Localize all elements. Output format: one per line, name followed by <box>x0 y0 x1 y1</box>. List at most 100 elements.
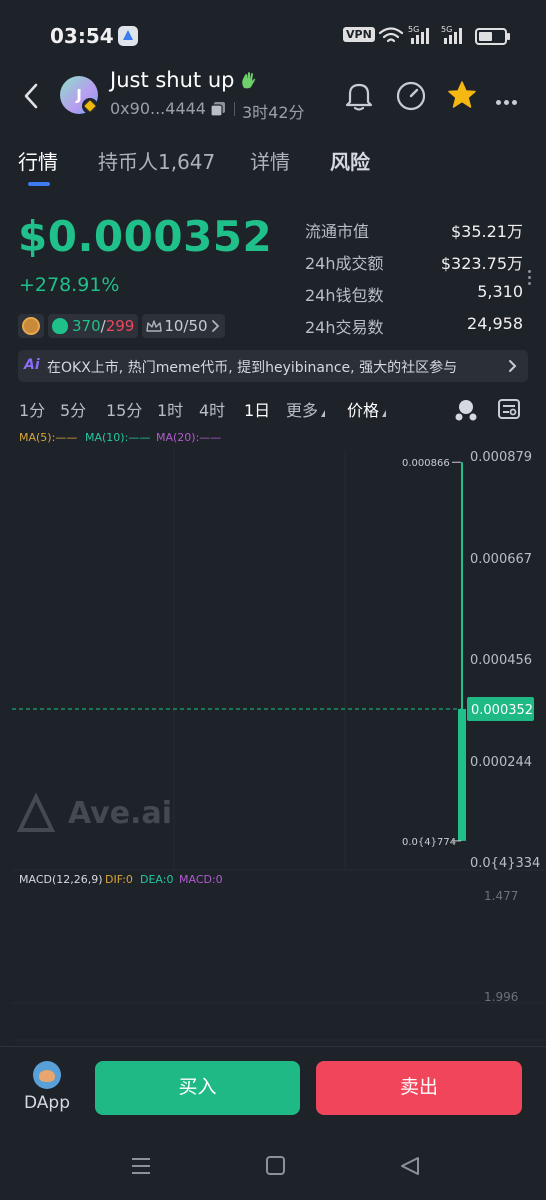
side-menu-dots-icon[interactable] <box>528 270 532 288</box>
status-bar: 03:54 VPN 5G 5G <box>0 0 546 72</box>
signal-1-label: 5G <box>408 25 419 34</box>
interval-1h[interactable]: 1时 <box>157 397 183 421</box>
token-age: 3时42分 <box>242 103 305 122</box>
dapp-label[interactable]: DApp <box>24 1093 70 1113</box>
macd-axis: 1.477 1.996 <box>484 889 518 1004</box>
low-label: 0.0{4}774 <box>402 837 456 848</box>
chart-settings-icon[interactable] <box>497 397 521 421</box>
indicator-bubbles-icon[interactable] <box>453 397 479 423</box>
interval-1m[interactable]: 1分 <box>19 397 45 421</box>
metric-value: 5,310 <box>477 282 523 301</box>
interval-5m[interactable]: 5分 <box>60 397 86 421</box>
y-tick-label: 0.000667 <box>470 552 532 567</box>
app-notification-icon <box>118 26 138 46</box>
tab-holders[interactable]: 持币人1,647 <box>98 146 215 175</box>
address-age-separator <box>234 102 235 116</box>
metric-24h-wallets: 24h钱包数 5,310 <box>305 282 523 314</box>
metric-24h-volume: 24h成交额 $323.75万 <box>305 250 523 282</box>
market-metrics: 流通市值 $35.21万 24h成交额 $323.75万 24h钱包数 5,31… <box>305 218 523 346</box>
price-chart[interactable]: MA(5):—— MA(10):—— MA(20):—— Ave.ai 0.00… <box>0 425 546 1045</box>
metric-label: 流通市值 <box>305 222 370 241</box>
coins-chip[interactable] <box>18 314 44 338</box>
rank-chip[interactable]: 10/50 <box>142 314 225 338</box>
more-options-icon[interactable] <box>496 90 520 109</box>
system-nav-bar <box>0 1132 546 1200</box>
rank-value: 10/50 <box>164 317 208 335</box>
tab-details[interactable]: 详情 <box>250 146 290 175</box>
token-address: 0x90...4444 <box>110 99 206 118</box>
y-tick-label: 0.0{4}334 <box>470 856 540 871</box>
trade-stats-row: 370/299 10/50 <box>18 313 229 339</box>
macd-title: MACD(12,26,9) <box>19 873 103 886</box>
signal-battery-icons: 5G 5G <box>378 25 510 45</box>
price-mode-dropdown[interactable]: 价格 <box>347 397 386 421</box>
buy-count: 370 <box>72 317 101 335</box>
macd-tick-1: 1.477 <box>484 889 518 903</box>
token-name: Just shut up <box>110 68 256 92</box>
macd-dif: DIF:0 <box>105 873 133 886</box>
back-triangle-icon[interactable] <box>400 1156 420 1176</box>
y-tick-label: 0.000879 <box>470 450 532 465</box>
y-axis-labels: 0.000879 0.000667 0.000456 0.000244 0.0{4}33… <box>470 450 540 871</box>
money-bag-icon <box>52 318 68 334</box>
ma10-legend: MA(10):—— <box>85 431 150 444</box>
waving-hand-icon <box>242 72 256 89</box>
wifi-icon <box>378 27 404 43</box>
current-price-tag-text: 0.000352 <box>471 703 533 718</box>
buy-button[interactable]: 买入 <box>95 1061 300 1115</box>
ai-summary-bar[interactable]: Ai 在OKX上市, 热门meme代币, 提到heyibinance, 强大的社… <box>18 350 528 382</box>
tab-market[interactable]: 行情 <box>18 146 58 175</box>
metric-24h-trades: 24h交易数 24,958 <box>305 314 523 346</box>
metric-value: 24,958 <box>467 314 523 333</box>
current-price: $0.000352 <box>18 212 273 261</box>
metric-value: $323.75万 <box>440 254 523 273</box>
sell-count: 299 <box>105 317 135 335</box>
token-name-text: Just shut up <box>110 68 235 92</box>
ma-legend: MA(5):—— MA(10):—— MA(20):—— <box>19 431 221 444</box>
crown-icon <box>146 320 163 332</box>
high-label: 0.000866 <box>402 458 450 469</box>
bell-icon[interactable] <box>344 80 374 112</box>
chevron-right-icon <box>509 360 517 372</box>
metric-value: $35.21万 <box>451 222 523 241</box>
chevron-right-icon <box>211 320 219 332</box>
interval-15m[interactable]: 15分 <box>106 397 142 421</box>
speed-gauge-icon[interactable] <box>395 80 427 112</box>
battery-icon <box>475 28 510 45</box>
signal-2-label: 5G <box>441 25 452 34</box>
interval-1d[interactable]: 1日 <box>244 397 270 421</box>
ma5-legend: MA(5):—— <box>19 431 77 444</box>
macd-value: MACD:0 <box>179 873 223 886</box>
metric-label: 24h交易数 <box>305 318 384 337</box>
current-price-tag: 0.000352 <box>467 697 534 722</box>
ai-icon: Ai <box>24 357 40 373</box>
interval-more-dropdown[interactable]: 更多 <box>286 397 325 421</box>
recents-menu-icon[interactable] <box>131 1156 151 1176</box>
favorite-star-icon[interactable] <box>447 80 477 110</box>
ma20-legend: MA(20):—— <box>156 431 221 444</box>
price-change-percent: +278.91% <box>19 274 120 296</box>
tab-risk[interactable]: 风险 <box>330 146 370 175</box>
y-tick-label: 0.000456 <box>470 653 532 668</box>
coins-icon <box>22 317 40 335</box>
sell-button[interactable]: 卖出 <box>316 1061 522 1115</box>
candles: 0.000866 0.0{4}774 <box>402 458 466 848</box>
status-time: 03:54 <box>50 24 114 48</box>
candle-body <box>458 709 466 841</box>
macd-dea: DEA:0 <box>140 873 173 886</box>
metric-label: 24h钱包数 <box>305 286 384 305</box>
buy-sell-chip[interactable]: 370/299 <box>48 314 139 338</box>
watermark-text: Ave.ai <box>68 796 172 831</box>
metric-market-cap: 流通市值 $35.21万 <box>305 218 523 250</box>
macd-tick-2: 1.996 <box>484 990 518 1004</box>
back-arrow-icon[interactable] <box>22 82 40 110</box>
metric-label: 24h成交额 <box>305 254 384 273</box>
bottom-action-bar: DApp 买入 卖出 <box>0 1047 546 1132</box>
dapp-icon[interactable] <box>33 1061 61 1089</box>
copy-icon[interactable] <box>210 101 226 117</box>
y-tick-label: 0.000244 <box>470 755 532 770</box>
home-square-icon[interactable] <box>266 1156 285 1175</box>
bnb-chain-icon <box>82 98 98 114</box>
macd-legend: MACD(12,26,9) DIF:0 DEA:0 MACD:0 <box>19 873 223 886</box>
interval-4h[interactable]: 4时 <box>199 397 225 421</box>
